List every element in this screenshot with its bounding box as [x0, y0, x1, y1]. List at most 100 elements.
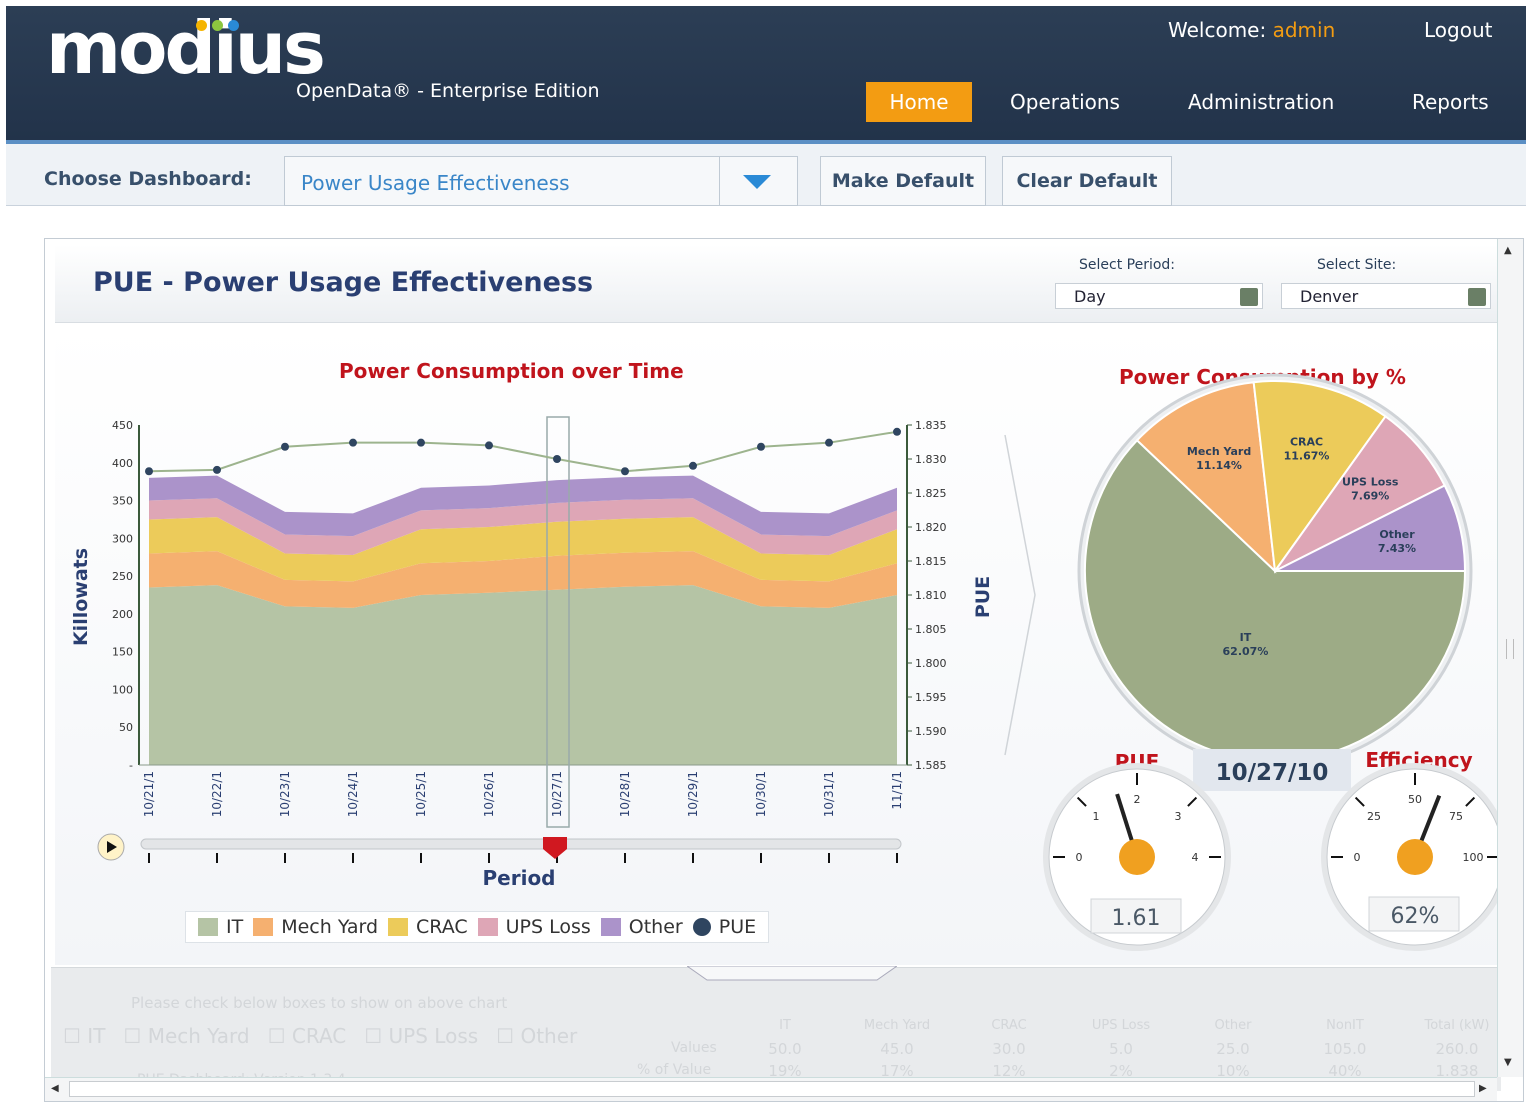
choose-dashboard-label: Choose Dashboard: — [44, 168, 252, 190]
y2-ticks: 1.835 1.830 1.825 1.820 1.815 1.810 1.805 1.800… — [907, 419, 947, 772]
chevron-down-icon[interactable] — [743, 175, 771, 189]
table-header-cell: Other — [1214, 1018, 1252, 1033]
checkbox-it[interactable]: ☐ IT — [63, 1024, 105, 1048]
area-layers — [149, 475, 897, 765]
make-default-button[interactable]: Make Default — [820, 156, 986, 206]
x-tick-label: 10/28/1 — [618, 771, 632, 817]
pue-point — [485, 441, 493, 450]
y2-tick-label: 1.805 — [915, 623, 947, 636]
pue-series-line — [148, 430, 898, 473]
checkbox-label: IT — [87, 1024, 106, 1048]
nav-home[interactable]: Home — [866, 82, 972, 122]
checkbox-crac[interactable]: ☐ CRAC — [268, 1024, 347, 1048]
legend-item-crac: CRAC — [388, 916, 468, 938]
pue-point — [689, 461, 697, 470]
legend-swatch — [600, 918, 621, 936]
y2-tick-label: 1.595 — [915, 691, 947, 704]
data-drawer: Please check below boxes to show on abov… — [51, 966, 1501, 1091]
time-slider-track[interactable] — [140, 838, 902, 850]
nav-administration[interactable]: Administration — [1172, 82, 1350, 122]
legend-label: CRAC — [416, 916, 468, 938]
checkbox-label: Mech Yard — [147, 1024, 250, 1048]
table-value-cell: 50.0 — [768, 1040, 802, 1058]
legend-label: IT — [226, 916, 244, 938]
checkbox-ups-loss[interactable]: ☐ UPS Loss — [364, 1024, 478, 1048]
site-select-value: Denver — [1300, 287, 1359, 306]
pue-gauge-tick-label: 0 — [1076, 851, 1083, 864]
site-select[interactable]: Denver — [1281, 283, 1491, 309]
clear-default-button[interactable]: Clear Default — [1002, 156, 1172, 206]
x-tick-label: 10/22/1 — [210, 771, 224, 817]
dashboard-select[interactable]: Power Usage Effectiveness — [284, 156, 798, 206]
scroll-right-icon[interactable]: ▶ — [1479, 1083, 1487, 1094]
logout-link[interactable]: Logout — [1424, 18, 1492, 42]
vertical-scrollbar[interactable]: ▲ ▼ — [1497, 239, 1523, 1077]
horizontal-scrollbar[interactable]: ◀ ▶ — [45, 1077, 1497, 1101]
checkbox-mech-yard[interactable]: ☐ Mech Yard — [123, 1024, 249, 1048]
efficiency-gauge-tick-label: 100 — [1463, 851, 1484, 864]
pue-gauge-hub — [1119, 839, 1155, 875]
pue-point — [349, 438, 357, 447]
chart-legend: IT Mech Yard CRAC UPS Loss Other PUE — [185, 911, 770, 943]
x-tick-label: 10/26/1 — [482, 771, 496, 817]
username: admin — [1272, 18, 1336, 42]
x-ticks: 10/21/1 10/22/1 10/23/1 10/24/1 10/25/1 10/26… — [142, 771, 904, 817]
legend-item-other: Other — [600, 916, 683, 938]
chevron-down-icon[interactable] — [1468, 288, 1486, 306]
table-value-cell: 45.0 — [880, 1040, 914, 1058]
area-it — [149, 585, 897, 765]
pue-point — [417, 438, 425, 447]
row-label-pct: % of Value — [637, 1062, 712, 1078]
welcome-label: Welcome: — [1168, 18, 1267, 42]
table-value-cell: 25.0 — [1216, 1040, 1250, 1058]
legend-swatch — [198, 918, 218, 936]
legend-label: Mech Yard — [281, 916, 378, 938]
x-tick-label: 10/21/1 — [142, 771, 156, 817]
y-ticks: 450 400 350 300 250 200 150 100 50 - — [112, 419, 133, 772]
pie-label-name: Mech Yard — [1187, 445, 1251, 458]
top-header: modius OpenData® - Enterprise Edition We… — [6, 6, 1526, 140]
x-tick-label: 10/27/1 — [550, 771, 564, 817]
nav-reports[interactable]: Reports — [1396, 82, 1505, 122]
legend-swatch — [692, 918, 711, 936]
legend-item-mech-yard: Mech Yard — [253, 916, 378, 938]
panel-header: PUE - Power Usage Effectiveness Select P… — [55, 245, 1499, 323]
x-tick-label: 11/1/1 — [890, 771, 904, 810]
scroll-down-icon[interactable]: ▼ — [1504, 1057, 1512, 1068]
efficiency-gauge-tick-label: 0 — [1354, 851, 1361, 864]
drawer-handle[interactable] — [687, 966, 897, 982]
efficiency-gauge-tick-label: 50 — [1408, 793, 1422, 806]
y-tick-label: 450 — [112, 419, 133, 432]
pie-label-pct: 62.07% — [1223, 645, 1269, 658]
period-select[interactable]: Day — [1055, 283, 1263, 309]
table-header-cell: CRAC — [991, 1018, 1027, 1033]
x-axis-label: Period — [483, 866, 556, 890]
modius-logo: modius — [46, 6, 326, 90]
checkbox-other[interactable]: ☐ Other — [496, 1024, 577, 1048]
efficiency-gauge-tick-label: 75 — [1449, 810, 1463, 823]
chevron-down-icon[interactable] — [1240, 288, 1258, 306]
legend-label: UPS Loss — [505, 916, 591, 938]
legend-swatch — [253, 918, 274, 936]
legend-label: Other — [628, 916, 683, 938]
pue-point — [757, 442, 765, 451]
y-tick-label: - — [129, 759, 133, 772]
chart-area: Power Consumption over Time Power Consum… — [55, 325, 1499, 965]
site-label: Select Site: — [1317, 257, 1397, 273]
app-window: { "header": { "logo_text": "modius", "ed… — [0, 0, 1528, 1104]
scroll-up-icon[interactable]: ▲ — [1504, 245, 1512, 256]
y2-axis-label: PUE — [972, 576, 994, 618]
scroll-left-icon[interactable]: ◀ — [51, 1083, 59, 1094]
scroll-thumb[interactable] — [69, 1081, 1475, 1097]
pue-panel: PUE - Power Usage Effectiveness Select P… — [44, 238, 1524, 1102]
checkbox-label: UPS Loss — [388, 1024, 479, 1048]
y2-tick-label: 1.585 — [915, 759, 947, 772]
nav-operations[interactable]: Operations — [994, 82, 1136, 122]
pie-label-name: CRAC — [1290, 436, 1323, 449]
y2-tick-label: 1.820 — [915, 521, 947, 534]
pue-value: 1.61 — [1112, 906, 1161, 931]
efficiency-gauge-tick-label: 25 — [1367, 810, 1381, 823]
time-slider-handle[interactable] — [543, 837, 567, 859]
pue-point — [281, 442, 289, 451]
pue-gauge-tick-label: 2 — [1134, 793, 1141, 806]
